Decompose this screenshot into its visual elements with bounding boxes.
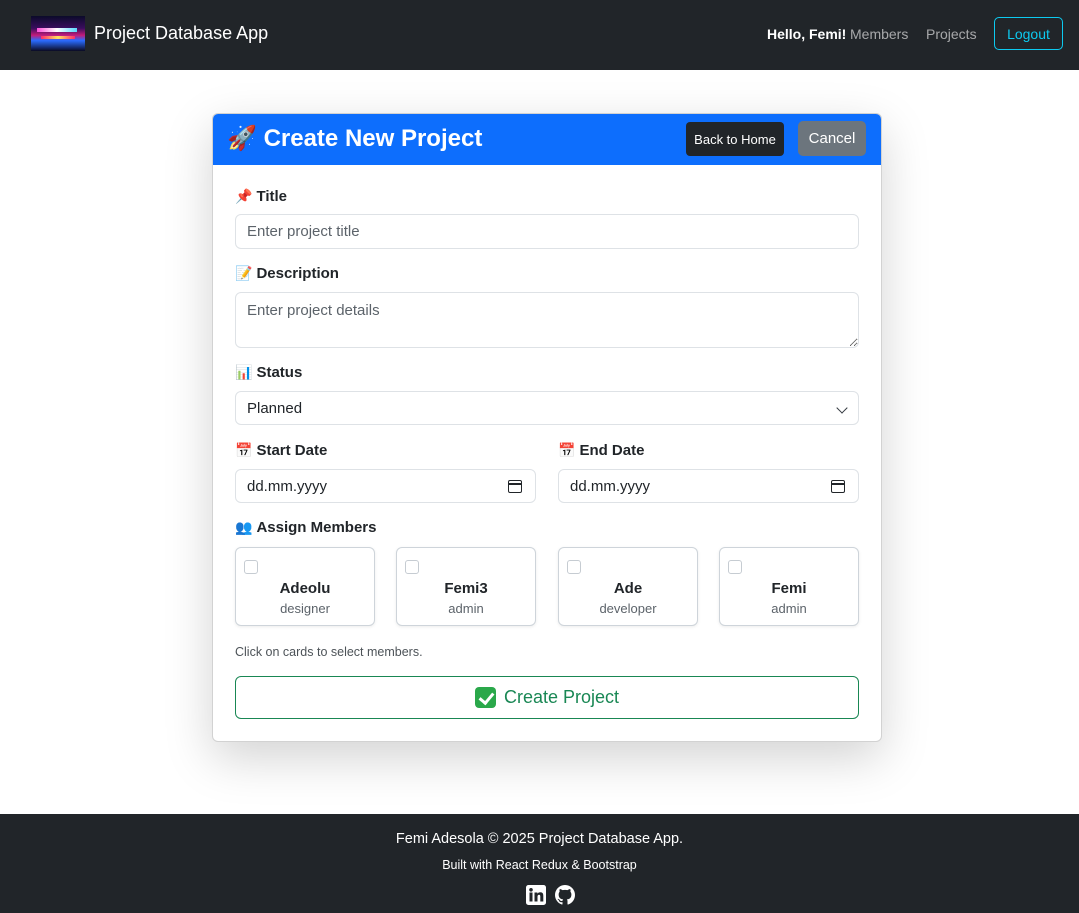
end-date-label: 📅 End Date	[558, 442, 644, 459]
description-textarea[interactable]	[235, 292, 859, 348]
description-label-text: Description	[256, 265, 339, 282]
end-date-input[interactable]: dd.mm.yyyy	[558, 469, 859, 503]
members-hint: Click on cards to select members.	[235, 645, 423, 659]
check-mark-icon	[474, 687, 496, 708]
create-project-card: 🚀 Create New Project Back to Home Cancel…	[212, 113, 882, 742]
logout-button[interactable]: Logout	[994, 17, 1063, 50]
brand-title[interactable]: Project Database App	[94, 23, 268, 44]
calendar-emoji-icon: 📅	[235, 442, 253, 458]
member-card[interactable]: Femi3 admin	[396, 547, 536, 626]
member-name: Adeolu	[279, 580, 331, 597]
member-role: designer	[280, 601, 330, 616]
nav-link-projects[interactable]: Projects	[926, 26, 977, 42]
member-name: Ade	[613, 580, 643, 597]
calendar-icon[interactable]	[508, 480, 522, 493]
member-checkbox[interactable]	[244, 560, 258, 574]
member-role: admin	[771, 601, 807, 616]
end-date-label-text: End Date	[579, 442, 645, 459]
pushpin-icon: 📌	[235, 188, 253, 204]
top-navbar: Project Database App Hello, Femi! Member…	[0, 0, 1079, 70]
create-project-button[interactable]: Create Project	[235, 676, 859, 719]
member-card[interactable]: Femi admin	[719, 547, 859, 626]
status-select[interactable]: Planned	[235, 391, 859, 425]
member-name: Femi	[771, 580, 807, 597]
start-date-input[interactable]: dd.mm.yyyy	[235, 469, 536, 503]
start-date-value: dd.mm.yyyy	[247, 477, 328, 495]
member-card[interactable]: Adeolu designer	[235, 547, 375, 626]
footer-copyright: Femi Adesola © 2025 Project Database App…	[395, 831, 684, 847]
member-role: developer	[599, 601, 657, 616]
assign-members-label: 👥 Assign Members	[235, 519, 376, 536]
page-title-text: Create New Project	[263, 125, 483, 152]
status-label-text: Status	[256, 364, 303, 381]
footer-built-with: Built with React Redux & Bootstrap	[442, 858, 637, 872]
user-greeting: Hello, Femi!	[767, 26, 847, 42]
member-checkbox[interactable]	[567, 560, 581, 574]
brand-logo[interactable]	[31, 16, 85, 51]
title-label: 📌 Title	[235, 188, 287, 205]
title-label-text: Title	[256, 188, 288, 205]
member-checkbox[interactable]	[405, 560, 419, 574]
page-title: 🚀 Create New Project	[227, 124, 482, 153]
start-date-label: 📅 Start Date	[235, 442, 327, 459]
start-date-label-text: Start Date	[256, 442, 328, 459]
status-label: 📊 Status	[235, 364, 302, 381]
cancel-button[interactable]: Cancel	[798, 121, 866, 156]
member-role: admin	[448, 601, 484, 616]
rocket-icon: 🚀	[227, 125, 257, 152]
card-header: 🚀 Create New Project Back to Home Cancel	[213, 114, 881, 165]
member-card[interactable]: Ade developer	[558, 547, 698, 626]
calendar-icon[interactable]	[831, 480, 845, 493]
bar-chart-icon: 📊	[235, 364, 253, 380]
footer: Femi Adesola © 2025 Project Database App…	[0, 814, 1079, 913]
status-selected-value: Planned	[247, 399, 303, 417]
nav-link-members[interactable]: Members	[850, 26, 908, 42]
people-icon: 👥	[235, 519, 253, 535]
github-icon[interactable]	[555, 885, 575, 905]
member-name: Femi3	[444, 580, 488, 597]
memo-icon: 📝	[235, 265, 253, 281]
create-project-label: Create Project	[503, 687, 620, 707]
back-to-home-button[interactable]: Back to Home	[686, 122, 784, 156]
member-checkbox[interactable]	[728, 560, 742, 574]
end-date-value: dd.mm.yyyy	[570, 477, 651, 495]
chevron-down-icon	[836, 402, 848, 414]
assign-members-label-text: Assign Members	[256, 519, 377, 536]
calendar-emoji-icon: 📅	[558, 442, 576, 458]
description-label: 📝 Description	[235, 265, 339, 282]
title-input[interactable]	[235, 214, 859, 249]
linkedin-icon[interactable]	[526, 885, 546, 905]
